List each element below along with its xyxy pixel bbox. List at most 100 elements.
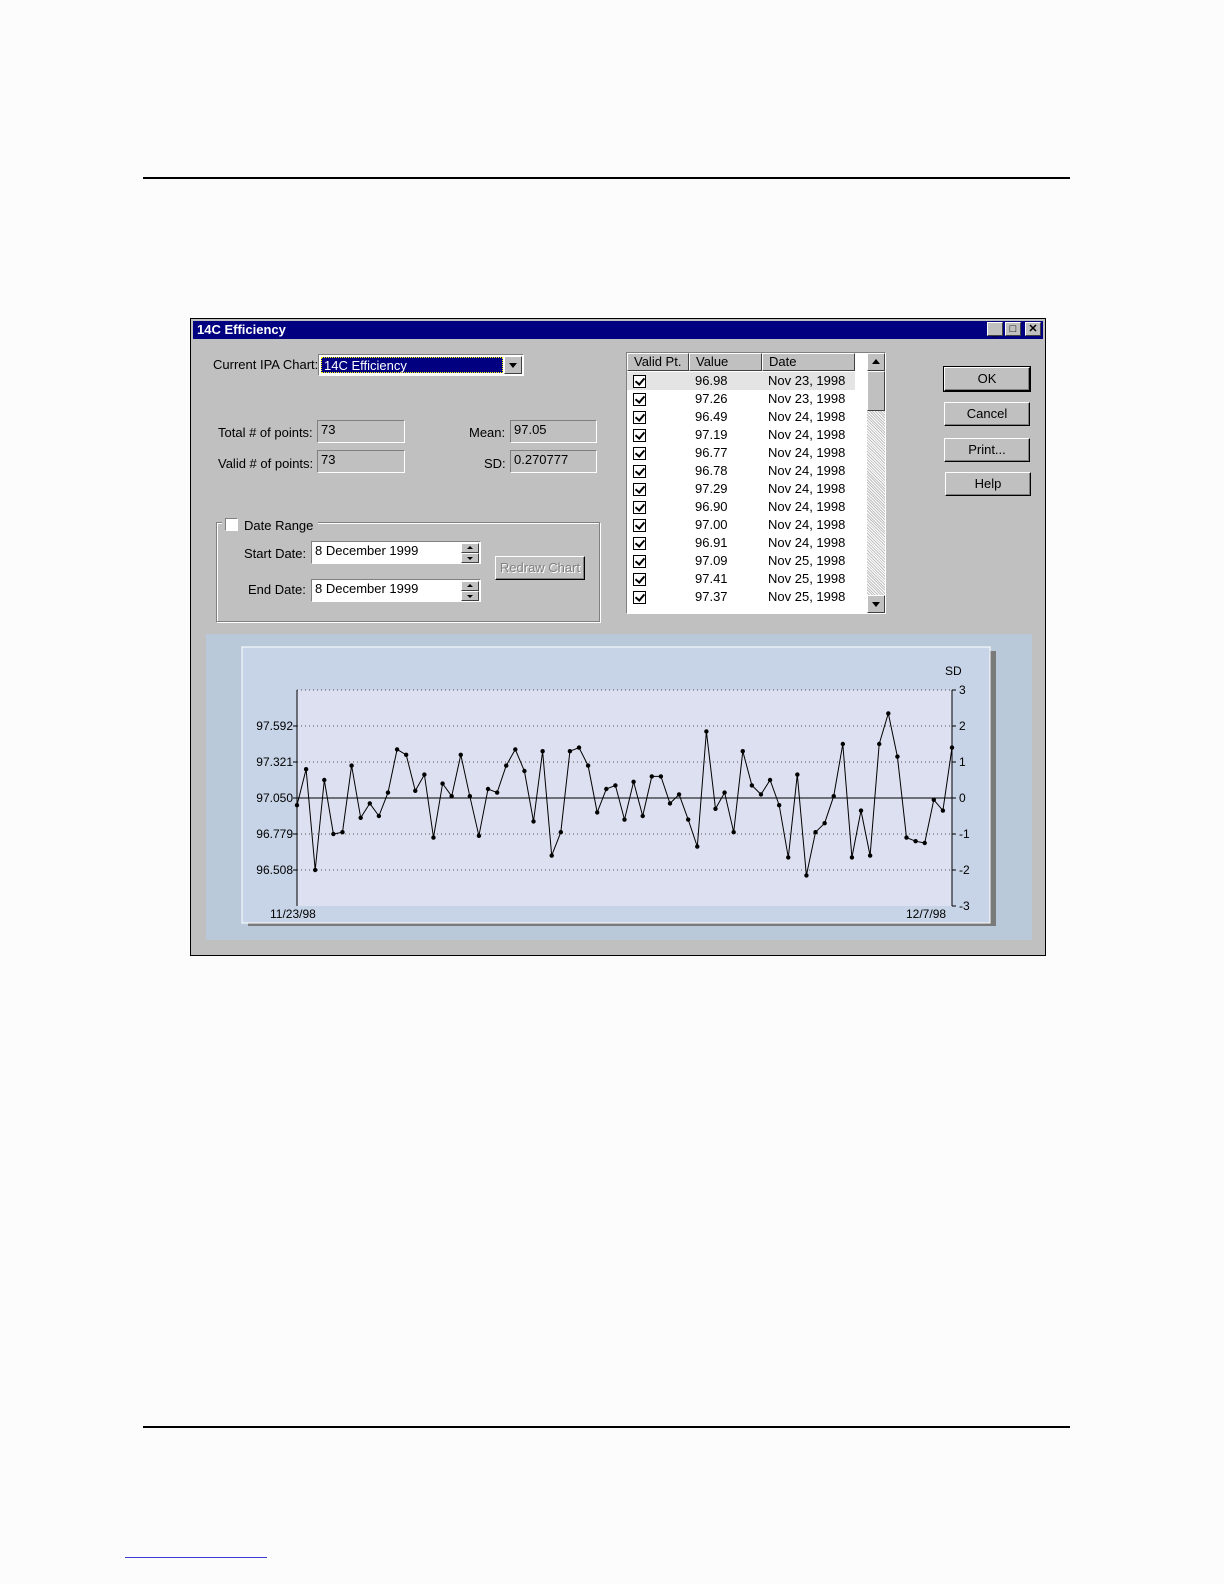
start-date-field[interactable]: 8 December 1999 <box>311 541 481 564</box>
valid-checkbox[interactable] <box>633 375 646 388</box>
redraw-chart-button[interactable]: Redraw Chart <box>495 556 585 580</box>
x-start-label: 11/23/98 <box>270 907 316 921</box>
list-item[interactable]: 96.49 Nov 24, 1998 <box>627 408 855 426</box>
row-value: 97.26 <box>695 391 728 406</box>
col-header-valid[interactable]: Valid Pt. <box>627 353 689 371</box>
row-value: 97.19 <box>695 427 728 442</box>
chart-panel: 97.592 97.321 97.050 96.779 96.508 3 2 1 0 -1 -2 -3… <box>206 634 1032 940</box>
data-point <box>413 788 418 793</box>
list-item[interactable]: 96.78 Nov 24, 1998 <box>627 462 855 480</box>
date-range-checkbox[interactable] <box>225 518 238 531</box>
list-item[interactable]: 97.41 Nov 25, 1998 <box>627 570 855 588</box>
valid-checkbox[interactable] <box>633 483 646 496</box>
title-bar[interactable]: 14C Efficiency _ □ ✕ <box>193 321 1043 339</box>
ok-button[interactable]: OK <box>943 366 1031 392</box>
col-header-date[interactable]: Date <box>762 353 855 371</box>
data-point <box>922 840 927 846</box>
maximize-button[interactable]: □ <box>1005 322 1021 336</box>
end-date-down[interactable] <box>461 591 479 601</box>
data-point <box>349 763 354 768</box>
help-button[interactable]: Help <box>945 472 1031 496</box>
row-value: 96.91 <box>695 535 728 550</box>
maximize-icon: □ <box>1009 323 1017 335</box>
minimize-button[interactable]: _ <box>987 322 1003 338</box>
scroll-up-button[interactable] <box>867 353 885 371</box>
data-point <box>303 767 309 772</box>
data-point <box>831 794 836 799</box>
valid-checkbox[interactable] <box>633 555 646 568</box>
close-button[interactable]: ✕ <box>1025 322 1041 336</box>
valid-points-field: 73 <box>317 450 405 473</box>
valid-checkbox[interactable] <box>633 591 646 604</box>
end-date-up[interactable] <box>461 581 479 591</box>
control-chart: 97.592 97.321 97.050 96.779 96.508 3 2 1 0 -1 -2 -3… <box>241 646 996 926</box>
row-value: 97.29 <box>695 481 728 496</box>
sd-tick-label: 2 <box>959 719 966 733</box>
data-point <box>540 749 545 754</box>
list-item[interactable]: 97.26 Nov 23, 1998 <box>627 390 855 408</box>
start-date-up[interactable] <box>461 543 479 553</box>
sd-field: 0.270777 <box>510 450 597 473</box>
scroll-down-button[interactable] <box>867 595 885 613</box>
mean-label: Mean: <box>469 425 506 440</box>
list-item[interactable]: 97.09 Nov 25, 1998 <box>627 552 855 570</box>
data-point <box>722 790 727 795</box>
list-item[interactable]: 97.19 Nov 24, 1998 <box>627 426 855 444</box>
data-point <box>504 763 509 768</box>
data-point <box>931 797 937 802</box>
total-points-label: Total # of points: <box>218 425 313 440</box>
data-point <box>340 830 345 835</box>
close-icon: ✕ <box>1028 323 1038 335</box>
current-chart-select[interactable]: 14C Efficiency <box>318 354 524 376</box>
data-point <box>913 839 918 844</box>
sd-label: SD: <box>484 456 506 471</box>
data-point <box>658 774 664 779</box>
end-date-field[interactable]: 8 December 1999 <box>311 579 481 602</box>
valid-checkbox[interactable] <box>633 429 646 442</box>
print-button[interactable]: Print... <box>944 438 1030 462</box>
date-range-label: Date Range <box>244 518 314 533</box>
row-value: 96.90 <box>695 499 728 514</box>
valid-checkbox[interactable] <box>633 519 646 532</box>
data-point <box>740 749 745 754</box>
data-point <box>640 813 645 819</box>
scroll-thumb[interactable] <box>867 371 885 411</box>
data-point <box>558 830 564 835</box>
data-point <box>367 801 372 806</box>
down-icon <box>467 595 473 598</box>
list-item[interactable]: 96.98 Nov 23, 1998 <box>627 372 855 390</box>
list-item[interactable]: 96.77 Nov 24, 1998 <box>627 444 855 462</box>
col-header-value[interactable]: Value <box>689 353 762 371</box>
valid-checkbox[interactable] <box>633 573 646 586</box>
up-icon <box>467 584 473 587</box>
list-item[interactable]: 97.00 Nov 24, 1998 <box>627 516 855 534</box>
list-item[interactable]: 97.29 Nov 24, 1998 <box>627 480 855 498</box>
list-scrollbar[interactable] <box>867 353 885 613</box>
cancel-button[interactable]: Cancel <box>944 402 1030 426</box>
list-item[interactable]: 96.90 Nov 24, 1998 <box>627 498 855 516</box>
list-item[interactable]: 96.91 Nov 24, 1998 <box>627 534 855 552</box>
end-date-spinner[interactable] <box>461 581 479 601</box>
top-rule <box>143 177 1070 179</box>
valid-checkbox[interactable] <box>633 447 646 460</box>
data-point <box>713 806 718 811</box>
start-date-down[interactable] <box>461 553 479 563</box>
data-points-list[interactable]: Valid Pt. Value Date 96.98 Nov 23, 1998 97… <box>626 352 886 614</box>
list-item[interactable]: 97.37 Nov 25, 1998 <box>627 588 855 606</box>
down-arrow-icon <box>872 602 880 607</box>
data-point <box>849 855 855 860</box>
row-date: Nov 24, 1998 <box>768 445 846 460</box>
data-point <box>485 786 491 792</box>
valid-points-label: Valid # of points: <box>218 456 314 471</box>
start-date-spinner[interactable] <box>461 543 479 563</box>
valid-checkbox[interactable] <box>633 501 646 514</box>
dropdown-button[interactable] <box>504 356 522 374</box>
y-tick-label: 97.050 <box>256 791 293 805</box>
valid-checkbox[interactable] <box>633 537 646 550</box>
valid-checkbox[interactable] <box>633 465 646 478</box>
end-date-label: End Date: <box>248 582 306 597</box>
data-point <box>322 777 327 783</box>
valid-checkbox[interactable] <box>633 411 646 424</box>
valid-checkbox[interactable] <box>633 393 646 406</box>
data-point <box>531 819 536 824</box>
